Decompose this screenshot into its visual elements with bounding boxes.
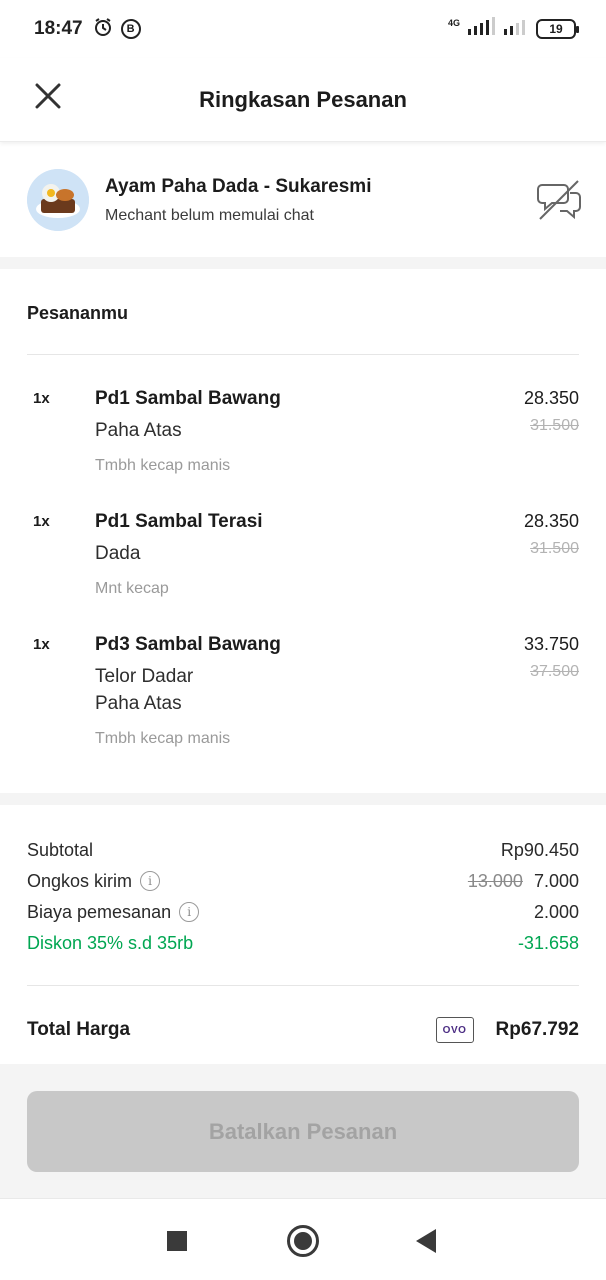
- total-value: Rp67.792: [495, 1019, 579, 1040]
- discount-row: Diskon 35% s.d 35rb -31.658: [27, 930, 579, 956]
- info-icon[interactable]: i: [140, 871, 161, 891]
- b-icon: B: [120, 19, 141, 39]
- item-variant: Paha Atas: [95, 693, 182, 714]
- item-qty: 1x: [33, 636, 50, 653]
- chat-button[interactable]: [536, 177, 582, 223]
- item-variant: Paha Atas: [95, 420, 182, 441]
- divider: [27, 354, 579, 355]
- total-row: Total Harga OVO Rp67.792: [27, 1014, 579, 1046]
- item-name: Pd1 Sambal Terasi: [95, 511, 263, 532]
- battery-icon: 19: [536, 18, 579, 39]
- orders-title: Pesananmu: [27, 303, 129, 323]
- app-bar: Ringkasan Pesanan: [0, 58, 606, 142]
- item-price: 28.350: [523, 388, 579, 408]
- cancel-order-button[interactable]: Batalkan Pesanan: [27, 1091, 579, 1172]
- section-gap: [0, 793, 606, 805]
- discount-value: -31.658: [517, 932, 579, 953]
- merchant-avatar: [27, 169, 89, 231]
- fee-value: 2.000: [533, 901, 579, 922]
- signal-icon-2: [504, 17, 528, 40]
- merchant-chat-status: Mechant belum memulai chat: [105, 206, 314, 224]
- merchant-name: Ayam Paha Dada - Sukaresmi: [105, 175, 372, 197]
- signal-icon: [468, 17, 496, 40]
- item-name: Pd1 Sambal Bawang: [95, 388, 281, 409]
- item-old-price: 31.500: [530, 417, 579, 434]
- alarm-clock-icon: [93, 17, 113, 42]
- bottom-action-area: Batalkan Pesanan: [0, 1064, 606, 1198]
- delivery-row: Ongkos kirim i 13.000 7.000: [27, 868, 579, 894]
- square-icon[interactable]: [167, 1231, 187, 1251]
- subtotal-label: Subtotal: [27, 839, 94, 860]
- fee-label: Biaya pemesanan: [27, 901, 172, 922]
- info-icon[interactable]: i: [179, 902, 200, 922]
- item-qty: 1x: [33, 513, 50, 530]
- discount-label: Diskon 35% s.d 35rb: [27, 932, 194, 953]
- delivery-old-value: 13.000: [467, 870, 523, 891]
- system-nav-bar: [0, 1198, 606, 1280]
- home-circle-icon[interactable]: [287, 1225, 319, 1257]
- status-time: 18:47: [34, 18, 83, 39]
- item-note: Tmbh kecap manis: [95, 730, 231, 747]
- page-title: Ringkasan Pesanan: [199, 86, 407, 112]
- status-bar: 18:47 B 4G 19: [0, 0, 606, 58]
- total-label: Total Harga: [27, 1019, 131, 1040]
- item-note: Mnt kecap: [95, 580, 169, 597]
- back-triangle-icon[interactable]: [416, 1229, 436, 1253]
- item-name: Pd3 Sambal Bawang: [95, 634, 281, 655]
- divider: [27, 985, 579, 986]
- item-variant: Dada: [95, 543, 141, 564]
- chat-disabled-icon: [537, 180, 581, 220]
- delivery-label: Ongkos kirim: [27, 870, 133, 891]
- merchant-card: Ayam Paha Dada - Sukaresmi Mechant belum…: [0, 143, 606, 257]
- delivery-value: 7.000: [533, 870, 579, 891]
- item-price: 33.750: [523, 634, 579, 654]
- item-old-price: 31.500: [530, 540, 579, 557]
- close-icon: [35, 83, 61, 109]
- section-gap: [0, 257, 606, 269]
- network-label: 4G: [447, 17, 460, 28]
- subtotal-value: Rp90.450: [500, 839, 579, 860]
- item-variant: Telor Dadar: [95, 666, 194, 687]
- item-old-price: 37.500: [530, 663, 579, 680]
- subtotal-row: Subtotal Rp90.450: [27, 837, 579, 863]
- item-note: Tmbh kecap manis: [95, 457, 231, 474]
- close-button[interactable]: [30, 78, 66, 114]
- fee-row: Biaya pemesanan i 2.000: [27, 899, 579, 925]
- item-price: 28.350: [523, 511, 579, 531]
- item-qty: 1x: [33, 390, 50, 407]
- payment-method-badge: OVO: [435, 1017, 474, 1043]
